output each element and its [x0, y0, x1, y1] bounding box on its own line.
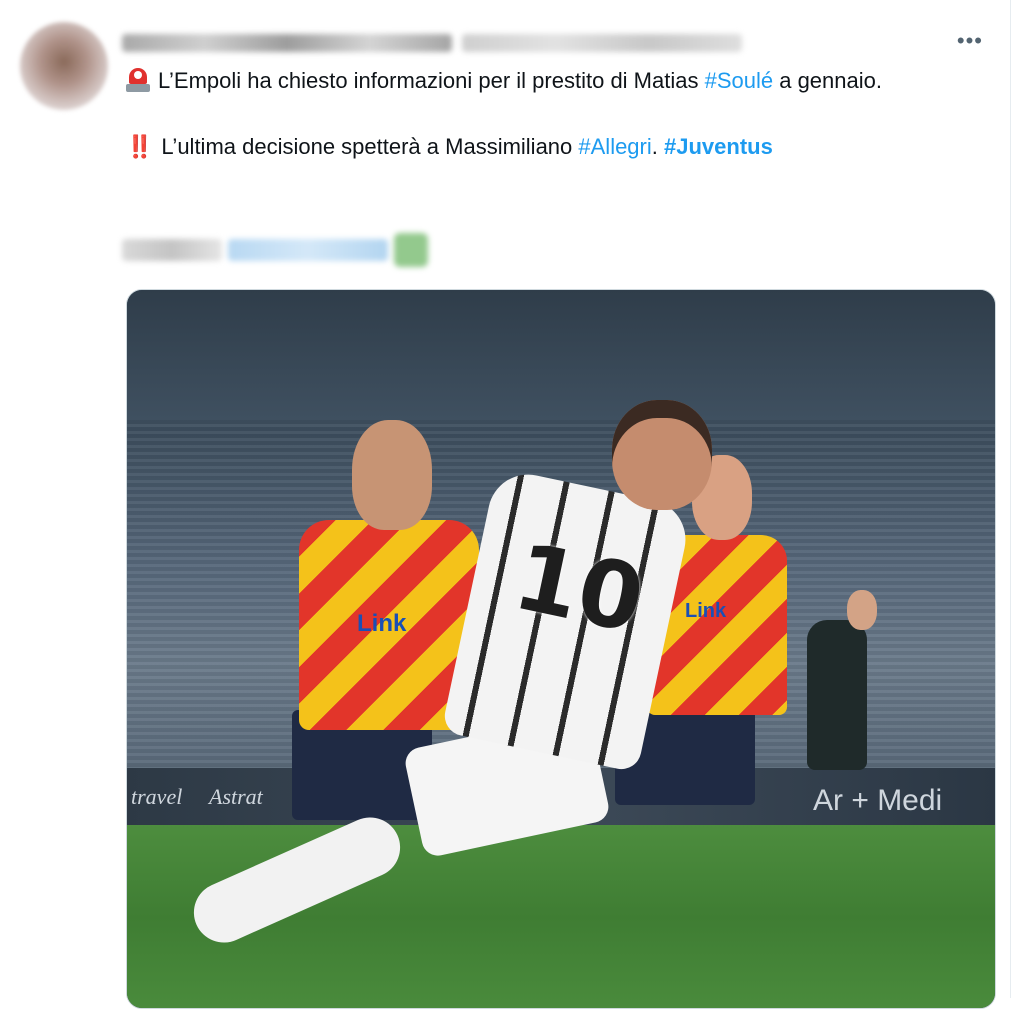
- tweet-header: [122, 30, 742, 56]
- hashtag-allegri[interactable]: #Allegri: [578, 134, 651, 159]
- author-handle-redacted[interactable]: [462, 34, 742, 52]
- board-text: Ar + Medi: [813, 784, 943, 817]
- rotating-light-icon: [126, 68, 150, 92]
- tweet-photo[interactable]: travel Astrat Ar + Medi Link Link 10: [126, 289, 996, 1009]
- source-text-redacted: [122, 239, 222, 261]
- sponsor-logo: Link: [685, 600, 727, 622]
- tweet-text: L’Empoli ha chiesto informazioni per il …: [126, 64, 976, 163]
- tweet-text-segment: a gennaio.: [773, 68, 882, 93]
- more-horizontal-icon: •••: [956, 28, 983, 53]
- tweet-paragraph-1: L’Empoli ha chiesto informazioni per il …: [126, 64, 976, 97]
- board-text: travel: [131, 784, 183, 809]
- more-options-button[interactable]: •••: [957, 28, 983, 54]
- source-line-redacted: [122, 232, 428, 268]
- sponsor-logo: Link: [357, 610, 407, 637]
- referee-figure: [807, 620, 867, 770]
- stadium-roof: [127, 290, 995, 420]
- hashtag-soule[interactable]: #Soulé: [705, 68, 774, 93]
- juventus-player-head: [612, 400, 712, 510]
- referee-head: [847, 590, 877, 630]
- source-emoji-redacted: [394, 233, 428, 267]
- double-exclamation-icon: ‼️: [126, 134, 153, 159]
- hashtag-juventus[interactable]: #Juventus: [664, 134, 773, 159]
- tweet-paragraph-2: ‼️ L’ultima decisione spetterà a Massimil…: [126, 130, 976, 163]
- tweet-text-segment: L’ultima decisione spetterà a Massimilia…: [161, 134, 579, 159]
- tweet-text-segment: .: [651, 134, 664, 159]
- timeline-border: [1010, 0, 1011, 998]
- board-text: Astrat: [209, 784, 263, 809]
- source-link-redacted[interactable]: [228, 239, 388, 261]
- tweet-text-segment: L’Empoli ha chiesto informazioni per il …: [158, 68, 705, 93]
- avatar[interactable]: [20, 22, 108, 110]
- author-name-redacted[interactable]: [122, 34, 452, 52]
- lecce-player-left-head: [352, 420, 432, 530]
